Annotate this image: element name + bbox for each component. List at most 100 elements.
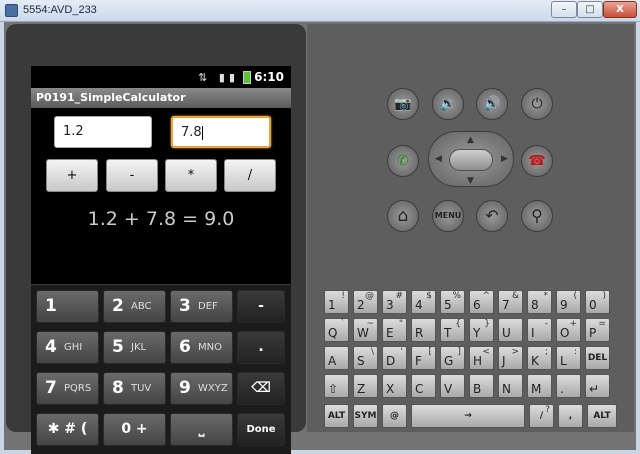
qwerty-key[interactable]: G] [440,346,465,370]
status-bar: ⇅ ▮▮ 6:10 [31,66,291,88]
qwerty-key[interactable]: ALT [324,404,349,428]
qwerty-key[interactable]: Z [353,374,378,398]
qwerty-key[interactable]: 5% [440,290,465,314]
key-minus[interactable]: - [237,290,285,323]
key-space[interactable]: ⎵ [170,413,233,446]
qwerty-key[interactable]: . [556,374,581,398]
key-done[interactable]: Done [237,413,285,446]
window-titlebar: 5554:AVD_233 – □ X [0,0,640,22]
end-call-icon: ☎ [528,153,546,169]
qwerty-key[interactable]: S \ [353,346,378,370]
app-title-bar: P0191_SimpleCalculator [31,88,291,108]
qwerty-key[interactable]: J > [498,346,523,370]
qwerty-key[interactable]: 6 ^ [469,290,494,314]
key-6-label: 6 [179,337,191,357]
qwerty-key[interactable]: 3 # [382,290,407,314]
key-6[interactable]: 6 MNO [170,331,233,364]
key-symbols[interactable]: ✱ # ( [36,413,99,446]
qwerty-key[interactable]: SYM [353,404,378,428]
qwerty-key[interactable]: C [411,374,436,398]
menu-button[interactable]: MENU [432,200,464,232]
camera-button[interactable]: 📷 [387,88,419,120]
qwerty-key[interactable]: Q ` [324,318,349,342]
qwerty-key-label: 9 [560,298,568,312]
qwerty-key[interactable]: N [498,374,523,398]
key-2[interactable]: 2 ABC [103,290,166,323]
volume-up-button[interactable]: 🔊 [476,88,508,120]
num1-input[interactable]: 1.2 [54,116,152,148]
emulator-app-icon [5,4,18,17]
qwerty-key[interactable]: 0) [585,290,610,314]
qwerty-key[interactable]: 2 @ [353,290,378,314]
qwerty-key[interactable]: ALT [587,404,617,428]
qwerty-key[interactable]: DEL [585,346,610,370]
call-button[interactable]: ✆ [387,145,419,177]
qwerty-key[interactable]: /? [529,404,554,428]
qwerty-key[interactable]: R [411,318,436,342]
qwerty-key-label: P [589,326,597,340]
maximize-button[interactable]: □ [577,1,603,18]
qwerty-key[interactable]: , [558,404,583,428]
search-icon: ⚲ [531,206,543,225]
qwerty-key[interactable]: 8 * [527,290,552,314]
key-backspace[interactable]: ⌫ [237,372,285,405]
qwerty-key[interactable]: 9( [556,290,581,314]
qwerty-key[interactable]: U [498,318,523,342]
end-call-button[interactable]: ☎ [521,145,553,177]
qwerty-key[interactable]: I- [527,318,552,342]
home-button[interactable]: ⌂ [387,200,419,232]
key-5[interactable]: 5 JKL [103,331,166,364]
key-8[interactable]: 8 TUV [103,372,166,405]
qwerty-key-label: B [473,382,482,396]
key-9[interactable]: 9 WXYZ [170,372,233,405]
qwerty-key[interactable]: Y} [469,318,494,342]
search-button[interactable]: ⚲ [521,200,553,232]
qwerty-key[interactable]: L: [556,346,581,370]
qwerty-key[interactable]: 7 & [498,290,523,314]
window-title: 5554:AVD_233 [23,4,97,16]
qwerty-key[interactable]: K; [527,346,552,370]
qwerty-key[interactable]: H < [469,346,494,370]
close-button[interactable]: X [603,1,637,18]
key-0[interactable]: 0 + [103,413,166,446]
dpad-center-button[interactable] [449,149,493,171]
qwerty-key-label: SYM [354,411,377,421]
key-1-label: 1 [45,296,57,316]
qwerty-key[interactable]: ↵ [585,374,610,398]
key-3[interactable]: 3 DEF [170,290,233,323]
qwerty-key[interactable]: V [440,374,465,398]
back-button[interactable]: ↶ [476,200,508,232]
add-button[interactable]: + [46,159,98,192]
divide-button[interactable]: / [224,159,276,192]
qwerty-key[interactable]: P = [585,318,610,342]
qwerty-key[interactable]: F[ [411,346,436,370]
qwerty-key[interactable]: E " [382,318,407,342]
qwerty-key[interactable]: A [324,346,349,370]
qwerty-key[interactable]: B [469,374,494,398]
power-button[interactable]: ⏻ [521,88,553,120]
qwerty-key[interactable]: W ~ [353,318,378,342]
qwerty-key[interactable]: @ [382,404,407,428]
qwerty-key[interactable]: ⇧ [324,374,349,398]
key-4[interactable]: 4 GHI [36,331,99,364]
qwerty-key[interactable]: 4 $ [411,290,436,314]
qwerty-space-key[interactable]: → [411,404,525,428]
qwerty-key[interactable]: D ' [382,346,407,370]
key-7[interactable]: 7 PQRS [36,372,99,405]
dpad[interactable]: ▲ ▼ ◀ ▶ [428,131,514,187]
qwerty-key[interactable]: O + [556,318,581,342]
qwerty-key[interactable]: T{ [440,318,465,342]
signal-icon: ⇅ ▮▮ [198,71,239,84]
dpad-down-icon: ▼ [467,176,474,186]
volume-down-button[interactable]: 🔉 [432,88,464,120]
multiply-button[interactable]: * [165,159,217,192]
qwerty-key[interactable]: 1! [324,290,349,314]
subtract-button[interactable]: - [106,159,158,192]
key-period[interactable]: . [237,331,285,364]
qwerty-key-label: Y [473,326,481,340]
qwerty-key[interactable]: X [382,374,407,398]
minimize-button[interactable]: – [551,1,577,18]
num2-input[interactable]: 7.8 [171,116,271,148]
qwerty-key[interactable]: M [527,374,552,398]
key-1[interactable]: 1 [36,290,99,323]
